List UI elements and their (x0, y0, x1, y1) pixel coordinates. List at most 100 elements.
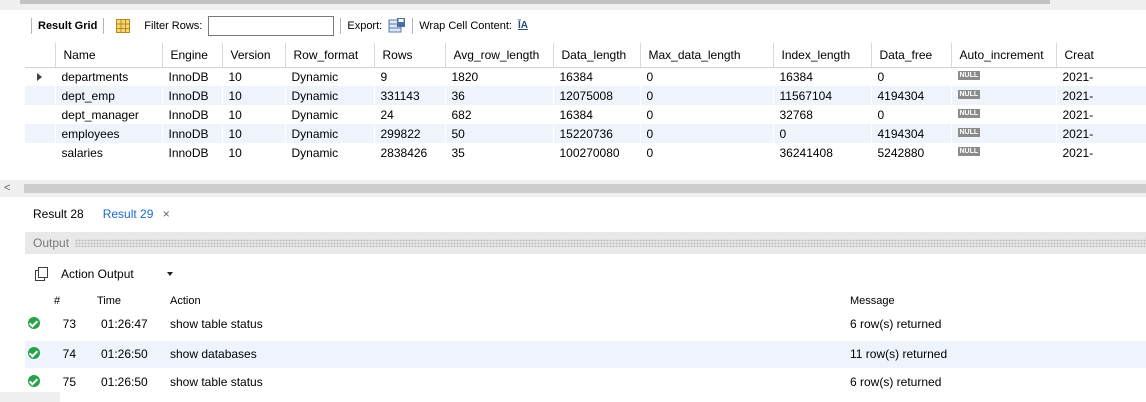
table-cell[interactable]: 2021- (1056, 124, 1146, 143)
grid-view-icon[interactable] (116, 19, 131, 33)
table-cell[interactable]: 2838426 (374, 143, 445, 162)
horizontal-scrollbar[interactable]: < (0, 180, 1146, 197)
table-cell[interactable]: Dynamic (285, 86, 374, 105)
table-cell[interactable]: 0 (640, 143, 773, 162)
column-header[interactable]: Version (222, 43, 286, 68)
table-row[interactable]: employees InnoDB 10 Dynamic 299822 50 15220736… (25, 124, 1146, 143)
table-cell[interactable]: 50 (445, 124, 553, 143)
table-cell[interactable]: 12075008 (553, 86, 640, 105)
row-selector[interactable] (25, 124, 55, 143)
table-cell[interactable]: 0 (640, 124, 773, 143)
output-row[interactable]: 73 01:26:47 show table status 6 row(s) retu… (25, 311, 1146, 338)
row-selector[interactable] (25, 105, 55, 124)
table-cell[interactable]: 0 (640, 105, 773, 124)
table-cell[interactable]: 35 (445, 143, 553, 162)
table-cell[interactable]: salaries (55, 143, 162, 162)
table-cell[interactable]: 5242880 (871, 143, 951, 162)
column-header[interactable]: Max_data_length (640, 43, 774, 68)
horizontal-scrollbar-thumb[interactable] (24, 184, 1146, 193)
table-cell[interactable]: 2021- (1056, 67, 1146, 86)
table-cell[interactable]: 682 (445, 105, 553, 124)
table-cell[interactable]: Dynamic (285, 67, 374, 86)
chevron-down-icon[interactable] (167, 272, 173, 276)
table-cell[interactable]: 9 (374, 67, 445, 86)
table-cell[interactable]: 10 (222, 143, 285, 162)
table-cell[interactable]: 2021- (1056, 143, 1146, 162)
output-row[interactable]: 74 01:26:50 show databases 11 row(s) return… (25, 341, 1146, 368)
table-cell[interactable]: 2021- (1056, 86, 1146, 105)
column-header[interactable]: Engine (162, 43, 223, 68)
result-grid-button[interactable]: Result Grid (38, 20, 97, 32)
row-selector[interactable] (25, 143, 55, 162)
filter-rows-input[interactable] (208, 16, 335, 36)
table-cell[interactable]: 36 (445, 86, 553, 105)
table-cell[interactable]: 4194304 (871, 86, 951, 105)
table-cell[interactable]: NULL (951, 86, 1056, 105)
table-cell[interactable]: 16384 (553, 105, 640, 124)
table-cell[interactable]: 4194304 (871, 124, 951, 143)
row-selector[interactable] (25, 67, 55, 86)
table-cell[interactable]: 16384 (553, 67, 640, 86)
table-cell[interactable]: Dynamic (285, 143, 374, 162)
column-header[interactable]: Row_format (285, 43, 375, 68)
column-header[interactable]: Creat (1056, 43, 1146, 68)
table-row[interactable]: salaries InnoDB 10 Dynamic 2838426 35 10027008… (25, 143, 1146, 162)
table-cell[interactable]: 10 (222, 105, 285, 124)
table-cell[interactable]: 16384 (773, 67, 871, 86)
tab-result-29[interactable]: Result 29 × (94, 201, 181, 227)
table-cell[interactable]: 100270080 (553, 143, 640, 162)
table-cell[interactable]: 32768 (773, 105, 871, 124)
table-row[interactable]: dept_emp InnoDB 10 Dynamic 331143 36 12075008 0… (25, 86, 1146, 105)
scroll-left-arrow-icon[interactable]: < (4, 182, 10, 194)
column-header[interactable]: Rows (374, 43, 446, 68)
table-cell[interactable]: 15220736 (553, 124, 640, 143)
table-cell[interactable]: NULL (951, 105, 1056, 124)
table-cell[interactable]: NULL (951, 124, 1056, 143)
table-cell[interactable]: 36241408 (773, 143, 871, 162)
table-cell[interactable]: 10 (222, 124, 285, 143)
header-grip[interactable] (75, 239, 1146, 247)
top-scrollbar[interactable] (0, 0, 1146, 10)
table-cell[interactable]: NULL (951, 67, 1056, 86)
table-cell[interactable]: 0 (640, 67, 773, 86)
column-header[interactable]: Avg_row_length (445, 43, 554, 68)
table-row[interactable]: departments InnoDB 10 Dynamic 9 1820 16384 0 163… (25, 67, 1146, 86)
table-cell[interactable]: Dynamic (285, 105, 374, 124)
table-cell[interactable]: 10 (222, 67, 285, 86)
table-cell[interactable]: 2021- (1056, 105, 1146, 124)
output-row[interactable]: 75 01:26:50 show table status 6 row(s) retu… (25, 369, 1146, 396)
column-header[interactable]: Data_length (553, 43, 641, 68)
table-cell[interactable]: 0 (871, 105, 951, 124)
tab-result-28[interactable]: Result 28 (25, 201, 95, 227)
column-header[interactable]: Data_free (871, 43, 952, 68)
column-header[interactable]: Index_length (773, 43, 872, 68)
table-cell[interactable]: 299822 (374, 124, 445, 143)
table-cell[interactable]: employees (55, 124, 162, 143)
table-cell[interactable]: 10 (222, 86, 285, 105)
table-cell[interactable]: 0 (773, 124, 871, 143)
table-cell[interactable]: InnoDB (162, 67, 222, 86)
table-cell[interactable]: InnoDB (162, 86, 222, 105)
copy-icon[interactable] (35, 267, 49, 281)
row-selector[interactable] (25, 86, 55, 105)
table-row[interactable]: dept_manager InnoDB 10 Dynamic 24 682 16384 0 32… (25, 105, 1146, 124)
table-cell[interactable]: InnoDB (162, 124, 222, 143)
table-cell[interactable]: InnoDB (162, 143, 222, 162)
table-cell[interactable]: 1820 (445, 67, 553, 86)
close-tab-icon[interactable]: × (163, 207, 170, 221)
table-cell[interactable]: NULL (951, 143, 1056, 162)
table-cell[interactable]: 11567104 (773, 86, 871, 105)
table-cell[interactable]: dept_manager (55, 105, 162, 124)
table-cell[interactable]: departments (55, 67, 162, 86)
table-cell[interactable]: 0 (871, 67, 951, 86)
export-icon[interactable] (388, 17, 406, 35)
table-cell[interactable]: 24 (374, 105, 445, 124)
column-header[interactable]: Auto_increment (951, 43, 1057, 68)
output-type-select[interactable]: Action Output (61, 267, 167, 281)
wrap-text-icon[interactable]: ĪA (518, 19, 530, 33)
table-cell[interactable]: Dynamic (285, 124, 374, 143)
table-cell[interactable]: dept_emp (55, 86, 162, 105)
table-cell[interactable]: InnoDB (162, 105, 222, 124)
column-header[interactable]: Name (55, 43, 163, 68)
table-cell[interactable]: 0 (640, 86, 773, 105)
